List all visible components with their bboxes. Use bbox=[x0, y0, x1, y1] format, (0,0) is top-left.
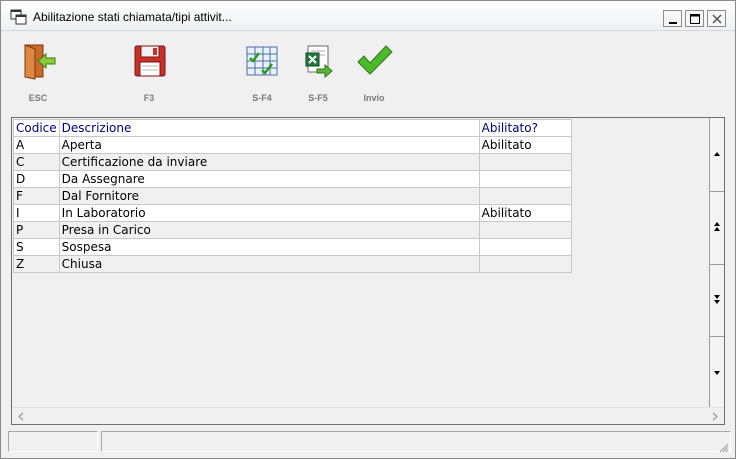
arrow-down-icon bbox=[714, 371, 720, 375]
scroll-left-icon[interactable] bbox=[17, 412, 25, 421]
minimize-button[interactable] bbox=[663, 10, 682, 27]
s-f5-button[interactable]: S-F5 bbox=[294, 41, 342, 103]
double-arrow-down-icon bbox=[714, 295, 720, 304]
scroll-right-icon[interactable] bbox=[711, 412, 719, 421]
cell-codice[interactable]: P bbox=[13, 221, 60, 239]
cell-abilitato[interactable] bbox=[478, 221, 572, 239]
column-header-codice[interactable]: Codice bbox=[13, 119, 60, 137]
app-windows-icon bbox=[10, 9, 27, 25]
table-row[interactable]: F Dal Fornitore bbox=[13, 187, 572, 205]
close-icon bbox=[712, 14, 722, 24]
s-f4-label: S-F4 bbox=[252, 93, 272, 103]
f3-label: F3 bbox=[143, 93, 155, 103]
cell-abilitato[interactable] bbox=[478, 153, 572, 171]
s-f5-label: S-F5 bbox=[308, 93, 328, 103]
cell-abilitato[interactable] bbox=[478, 238, 572, 256]
cell-descrizione[interactable]: Presa in Carico bbox=[58, 221, 480, 239]
cell-descrizione[interactable]: Chiusa bbox=[58, 255, 480, 273]
page-up-button[interactable] bbox=[710, 192, 724, 265]
scroll-bottom-button[interactable] bbox=[710, 337, 724, 408]
invio-button[interactable]: Invio bbox=[350, 41, 398, 103]
maximize-button[interactable] bbox=[685, 10, 704, 27]
table-row[interactable]: P Presa in Carico bbox=[13, 221, 572, 239]
cell-codice[interactable]: D bbox=[13, 170, 60, 188]
horizontal-scrollbar[interactable] bbox=[12, 407, 724, 424]
table-row[interactable]: A Aperta Abilitato bbox=[13, 136, 572, 154]
f3-button[interactable]: F3 bbox=[125, 41, 173, 103]
arrow-up-icon bbox=[714, 152, 720, 156]
close-button[interactable] bbox=[707, 10, 726, 27]
toolbar: ESC F3 S-F4 S-F5 Invio bbox=[1, 31, 735, 113]
s-f4-button[interactable]: S-F4 bbox=[238, 41, 286, 103]
cell-abilitato[interactable] bbox=[478, 255, 572, 273]
esc-label: ESC bbox=[28, 93, 48, 103]
invio-label: Invio bbox=[363, 93, 385, 103]
cell-descrizione[interactable]: Sospesa bbox=[58, 238, 480, 256]
table-row[interactable]: D Da Assegnare bbox=[13, 170, 572, 188]
minimize-icon bbox=[669, 22, 677, 24]
page-down-button[interactable] bbox=[710, 265, 724, 337]
cell-abilitato[interactable] bbox=[478, 187, 572, 205]
cell-codice[interactable]: F bbox=[13, 187, 60, 205]
cell-abilitato[interactable]: Abilitato bbox=[478, 204, 572, 222]
column-header-abilitato[interactable]: Abilitato? bbox=[478, 119, 572, 137]
vertical-scrollbar[interactable] bbox=[709, 118, 724, 408]
table-row[interactable]: C Certificazione da inviare bbox=[13, 153, 572, 171]
excel-export-icon bbox=[305, 45, 333, 79]
cell-codice[interactable]: S bbox=[13, 238, 60, 256]
cell-codice[interactable]: C bbox=[13, 153, 60, 171]
esc-button[interactable]: ESC bbox=[14, 41, 62, 103]
cell-descrizione[interactable]: Aperta bbox=[58, 136, 480, 154]
maximize-icon bbox=[690, 14, 700, 24]
save-floppy-icon bbox=[134, 45, 166, 77]
cell-descrizione[interactable]: Dal Fornitore bbox=[58, 187, 480, 205]
status-pane-main bbox=[101, 431, 731, 452]
cell-codice[interactable]: I bbox=[13, 204, 60, 222]
title-bar[interactable]: Abilitazione stati chiamata/tipi attivit… bbox=[1, 1, 735, 31]
exit-door-icon bbox=[24, 44, 56, 80]
cell-abilitato[interactable] bbox=[478, 170, 572, 188]
data-grid[interactable]: Codice Descrizione Abilitato? A Aperta A… bbox=[11, 117, 725, 425]
status-pane-left bbox=[8, 431, 98, 452]
table-row[interactable]: I In Laboratorio Abilitato bbox=[13, 204, 572, 222]
checkmark-icon bbox=[357, 45, 393, 75]
main-window: Abilitazione stati chiamata/tipi attivit… bbox=[0, 0, 736, 459]
cell-descrizione[interactable]: Da Assegnare bbox=[58, 170, 480, 188]
table-row[interactable]: S Sospesa bbox=[13, 238, 572, 256]
cell-descrizione[interactable]: In Laboratorio bbox=[58, 204, 480, 222]
cell-abilitato[interactable]: Abilitato bbox=[478, 136, 572, 154]
states-table: Codice Descrizione Abilitato? A Aperta A… bbox=[13, 119, 572, 273]
grid-check-icon bbox=[246, 46, 278, 76]
window-title: Abilitazione stati chiamata/tipi attivit… bbox=[33, 10, 232, 24]
cell-codice[interactable]: Z bbox=[13, 255, 60, 273]
cell-codice[interactable]: A bbox=[13, 136, 60, 154]
double-arrow-up-icon bbox=[714, 222, 720, 231]
resize-grip-icon[interactable] bbox=[717, 441, 729, 453]
header-row: Codice Descrizione Abilitato? bbox=[13, 119, 572, 137]
cell-descrizione[interactable]: Certificazione da inviare bbox=[58, 153, 480, 171]
column-header-descrizione[interactable]: Descrizione bbox=[58, 119, 480, 137]
scroll-top-button[interactable] bbox=[710, 118, 724, 192]
table-row[interactable]: Z Chiusa bbox=[13, 255, 572, 273]
status-bar bbox=[1, 429, 735, 458]
